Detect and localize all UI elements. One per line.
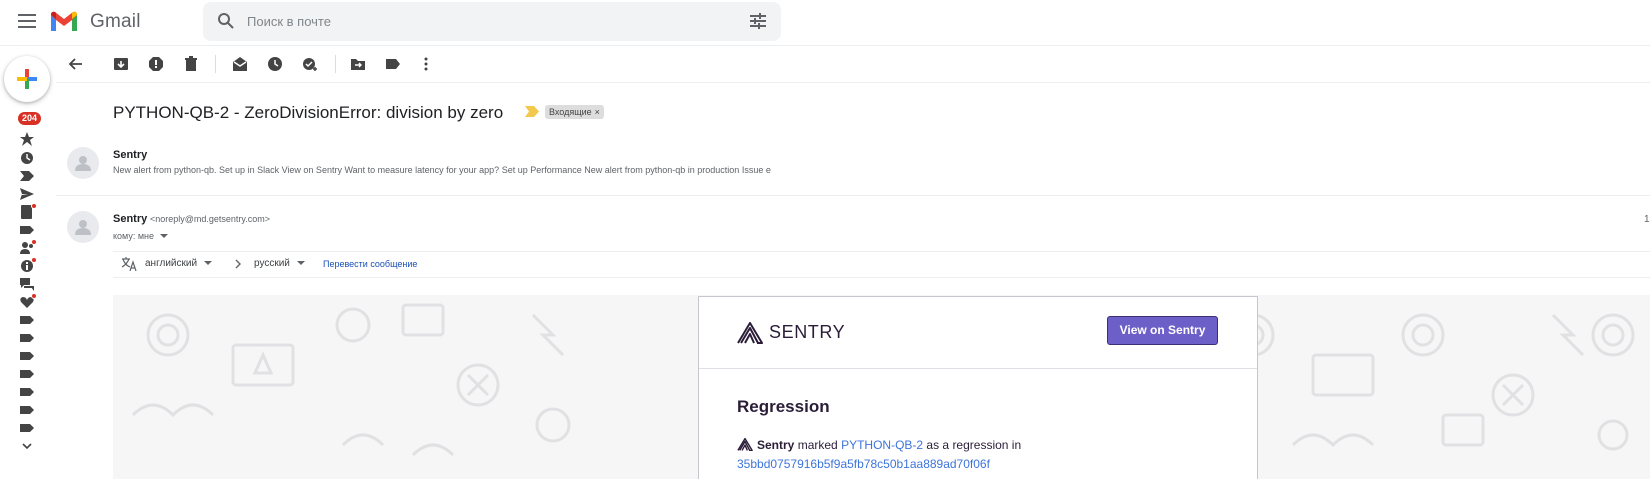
importance-marker-icon[interactable] [525, 106, 539, 117]
caret-down-icon [296, 261, 305, 265]
sender-email: <noreply@md.getsentry.com> [150, 214, 271, 224]
label-icon[interactable] [20, 349, 34, 363]
person-icon [75, 156, 91, 171]
regression-description: Sentry marked PYTHON-QB-2 as a regressio… [737, 436, 1217, 474]
target-language-label: русский [254, 258, 290, 269]
forum-icon[interactable] [20, 277, 34, 291]
label-icon[interactable] [20, 223, 34, 237]
inbox-label-chip[interactable]: Входящие × [545, 105, 604, 119]
notification-dot [31, 293, 37, 299]
app-name: Gmail [90, 11, 141, 32]
regression-text: as a regression in [926, 438, 1022, 452]
view-on-sentry-button[interactable]: View on Sentry [1107, 316, 1218, 345]
notification-dot [31, 203, 37, 209]
commit-link[interactable]: 35bbd0757916b5f9a5fb78c50b1aa889ad70f06f [737, 457, 990, 471]
chevron-down-icon[interactable] [20, 439, 34, 453]
snooze-icon[interactable] [267, 56, 283, 72]
sender-avatar [67, 147, 99, 179]
send-icon[interactable] [20, 187, 34, 201]
label-icon[interactable] [20, 385, 34, 399]
toolbar-divider [335, 55, 336, 73]
target-language-select[interactable]: русский [254, 258, 305, 269]
label-as-icon[interactable] [385, 56, 401, 72]
notification-dot [31, 257, 37, 263]
chevron-right-icon [235, 259, 241, 269]
message-snippet[interactable]: New alert from python-qb. Set up in Slac… [113, 165, 1513, 175]
more-options-icon[interactable] [418, 56, 434, 72]
label-icon[interactable] [20, 331, 34, 345]
info-icon[interactable] [20, 257, 37, 273]
recipients-text: кому: мне [113, 231, 154, 241]
gmail-logo-icon[interactable] [49, 9, 79, 33]
collapsed-sender-name[interactable]: Sentry [113, 149, 147, 161]
translate-bar: английский русский Перевести сообщение [113, 251, 1650, 278]
message-date-partial: 1 [1644, 214, 1650, 225]
label-icon[interactable] [20, 403, 34, 417]
search-options-icon[interactable] [749, 13, 767, 29]
message-divider [56, 195, 1650, 196]
source-language-select[interactable]: английский [145, 258, 212, 269]
toolbar-divider-line [56, 82, 1650, 83]
label-icon[interactable] [20, 421, 34, 435]
sender-avatar [67, 211, 99, 243]
expanded-sender-name[interactable]: Sentry [113, 213, 147, 225]
person-icon [75, 220, 91, 235]
sentry-logo-icon [737, 322, 763, 344]
marked-text: marked [797, 438, 838, 452]
delete-icon[interactable] [183, 56, 199, 72]
notification-dot [31, 239, 37, 245]
draft-icon[interactable] [20, 203, 37, 219]
report-spam-icon[interactable] [148, 56, 164, 72]
back-arrow-icon[interactable] [68, 56, 84, 72]
top-bar: Gmail [0, 0, 1650, 46]
caret-down-icon [203, 261, 212, 265]
search-bar[interactable] [203, 2, 781, 41]
heart-icon[interactable] [20, 293, 37, 309]
message-subject: PYTHON-QB-2 - ZeroDivisionError: divisio… [113, 103, 504, 122]
move-to-icon[interactable] [350, 56, 366, 72]
actor-name: Sentry [757, 438, 795, 452]
label-chip-text: Входящие [549, 107, 592, 117]
search-input[interactable] [247, 2, 717, 41]
issue-link[interactable]: PYTHON-QB-2 [841, 438, 923, 452]
source-language-label: английский [145, 258, 198, 269]
translate-icon [121, 257, 137, 271]
sentry-logo-icon [737, 438, 753, 451]
mark-unread-icon[interactable] [232, 56, 248, 72]
alert-title: Regression [737, 397, 830, 416]
remove-label-icon[interactable]: × [595, 107, 600, 117]
archive-icon[interactable] [113, 56, 129, 72]
add-task-icon[interactable] [302, 56, 318, 72]
inbox-unread-badge[interactable]: 204 [18, 112, 42, 125]
plus-icon [17, 69, 37, 89]
sentry-email-card: SENTRY View on Sentry Regression Sentry … [698, 296, 1258, 479]
search-icon[interactable] [217, 12, 235, 30]
compose-button[interactable] [4, 56, 50, 102]
translate-message-link[interactable]: Перевести сообщение [323, 259, 417, 269]
card-header: SENTRY View on Sentry [699, 297, 1257, 369]
star-icon[interactable] [20, 132, 34, 146]
clock-icon[interactable] [20, 151, 34, 165]
important-icon[interactable] [20, 169, 34, 183]
label-icon[interactable] [20, 313, 34, 327]
label-icon[interactable] [20, 367, 34, 381]
main-menu-icon[interactable] [18, 14, 36, 28]
sentry-brand-name: SENTRY [769, 322, 846, 342]
recipients-toggle[interactable]: кому: мне [113, 231, 168, 241]
contacts-icon[interactable] [20, 239, 37, 255]
caret-down-icon [159, 234, 168, 238]
toolbar-divider [215, 55, 216, 73]
